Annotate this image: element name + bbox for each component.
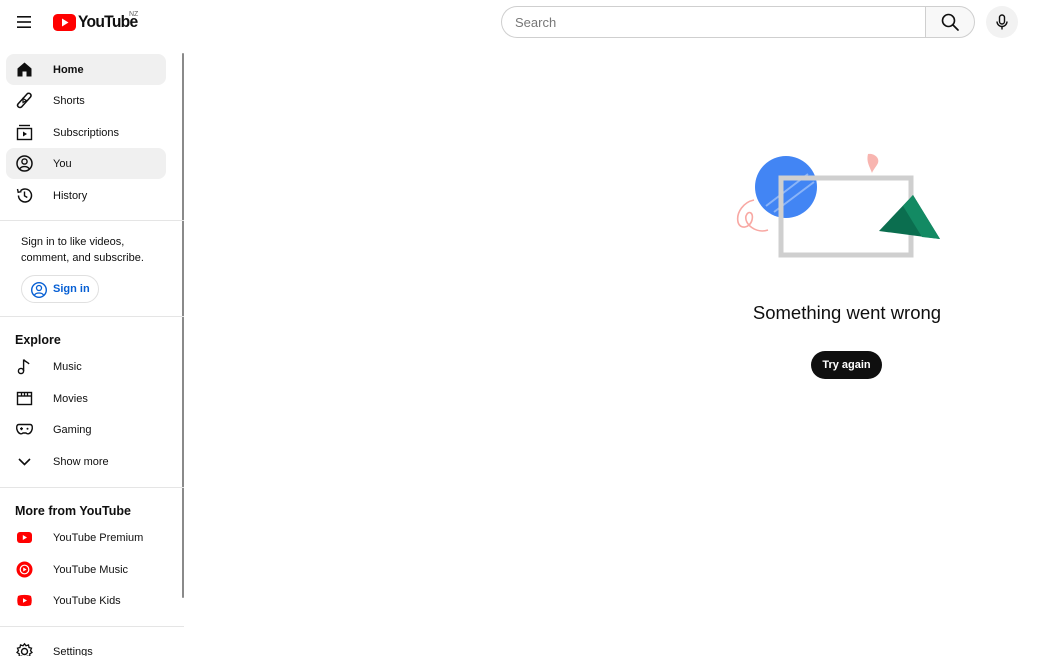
sidebar-item-label: History: [53, 189, 88, 202]
sidebar-item-home[interactable]: Home: [6, 54, 166, 85]
sidebar-item-youtube-music[interactable]: YouTube Music: [6, 554, 166, 585]
sidebar-item-label: YouTube Kids: [53, 594, 121, 607]
sidebar-divider: [0, 626, 184, 627]
sidebar-item-label: Show more: [53, 455, 109, 468]
sign-in-label: Sign in: [53, 283, 90, 295]
sidebar-scrollbar[interactable]: [182, 53, 184, 598]
sidebar-item-you[interactable]: You: [6, 148, 166, 179]
sidebar-divider: [0, 487, 184, 488]
sidebar-item-youtube-kids[interactable]: YouTube Kids: [6, 585, 166, 616]
error-illustration: [736, 153, 940, 258]
sign-in-button[interactable]: Sign in: [21, 275, 99, 303]
sidebar-item-label: Shorts: [53, 94, 85, 107]
search-icon: [941, 13, 959, 31]
sidebar-item-label: YouTube Music: [53, 563, 129, 576]
sidebar-item-label: Music: [53, 360, 82, 373]
search-input[interactable]: [501, 6, 925, 38]
youtube-kids-icon: [15, 591, 34, 610]
subscriptions-icon: [15, 123, 34, 142]
country-code-label: NZ: [129, 11, 139, 18]
sidebar-item-label: Subscriptions: [53, 126, 120, 139]
sidebar-item-label: Settings: [53, 645, 93, 656]
youtube-premium-icon: [15, 528, 34, 547]
sidebar-item-label: Gaming: [53, 423, 92, 436]
signin-prompt: Sign in to like videos, comment, and sub…: [21, 236, 144, 264]
youtube-play-logo-icon: [53, 13, 76, 31]
sidebar-item-settings[interactable]: Settings: [6, 636, 166, 656]
sidebar-item-label: You: [53, 157, 72, 170]
microphone-icon: [996, 14, 1008, 30]
sidebar-item-music[interactable]: Music: [6, 351, 166, 382]
search-bar: [501, 6, 975, 38]
more-from-youtube-title: More from YouTube: [15, 504, 131, 518]
sidebar-item-label: Home: [53, 63, 84, 76]
sidebar-item-shorts[interactable]: Shorts: [6, 85, 166, 116]
guide-menu-button[interactable]: [13, 11, 35, 33]
shorts-icon: [15, 91, 34, 110]
try-again-button[interactable]: Try again: [811, 351, 882, 379]
music-note-icon: [15, 357, 34, 376]
gear-icon: [15, 642, 34, 656]
hamburger-menu-icon: [17, 16, 31, 28]
sidebar-item-history[interactable]: History: [6, 180, 166, 211]
sidebar-item-youtube-premium[interactable]: YouTube Premium: [6, 522, 166, 553]
sidebar-divider: [0, 316, 184, 317]
youtube-music-icon: [15, 560, 34, 579]
gaming-icon: [15, 420, 34, 439]
sidebar-divider: [0, 220, 184, 221]
sidebar-item-show-more[interactable]: Show more: [6, 446, 166, 477]
account-circle-icon: [30, 281, 48, 299]
explore-section-title: Explore: [15, 333, 61, 347]
sidebar-item-label: Movies: [53, 392, 88, 405]
you-icon: [15, 154, 34, 173]
masthead: YouTube NZ: [0, 0, 1050, 44]
home-icon: [15, 60, 34, 79]
sidebar-item-label: YouTube Premium: [53, 531, 144, 544]
search-button[interactable]: [925, 6, 975, 38]
sidebar-item-subscriptions[interactable]: Subscriptions: [6, 117, 166, 148]
history-icon: [15, 186, 34, 205]
pink-leaf-shape: [867, 153, 879, 173]
sidebar-item-gaming[interactable]: Gaming: [6, 414, 166, 445]
voice-search-button[interactable]: [986, 6, 1018, 38]
chevron-down-icon: [15, 452, 34, 471]
error-message: Something went wrong: [752, 302, 942, 323]
movies-icon: [15, 389, 34, 408]
sidebar-item-movies[interactable]: Movies: [6, 383, 166, 414]
